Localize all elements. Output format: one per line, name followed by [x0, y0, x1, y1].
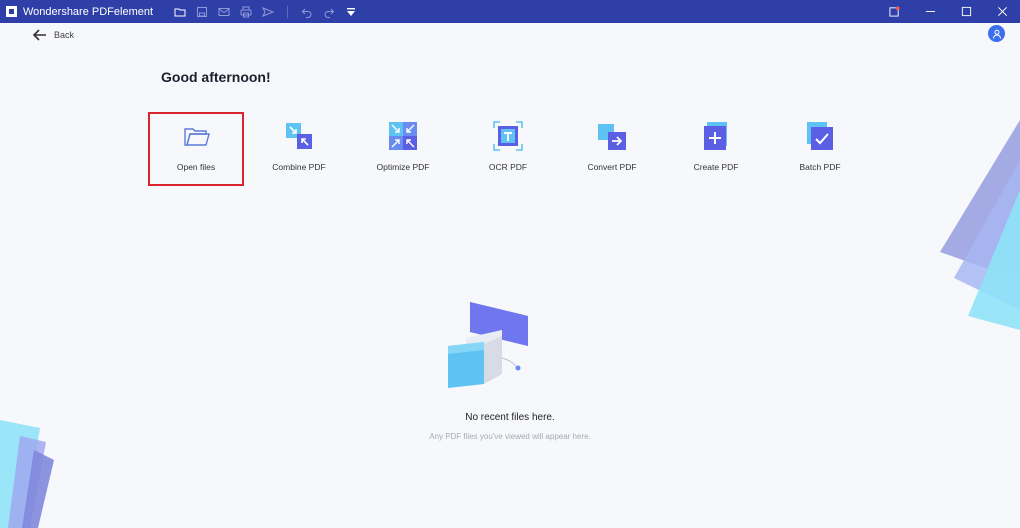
batch-pdf-tile[interactable]: Batch PDF: [772, 112, 868, 186]
tile-label: OCR PDF: [488, 162, 528, 172]
share-icon[interactable]: [257, 0, 279, 23]
empty-state-title: No recent files here.: [465, 412, 555, 423]
tile-label: Batch PDF: [799, 162, 841, 172]
empty-files-illustration: [448, 302, 528, 388]
arrow-left-icon: [33, 29, 46, 41]
notification-icon[interactable]: [876, 0, 912, 23]
tile-label: Optimize PDF: [376, 162, 430, 172]
ocr-pdf-icon: [493, 121, 523, 151]
toolbar-divider: [287, 5, 289, 18]
combine-pdf-tile[interactable]: Combine PDF: [251, 112, 347, 186]
tile-label: Convert PDF: [587, 162, 637, 172]
greeting-heading: Good afternoon!: [161, 69, 271, 85]
ocr-pdf-tile[interactable]: OCR PDF: [460, 112, 556, 186]
create-pdf-tile[interactable]: Create PDF: [668, 112, 764, 186]
redo-icon[interactable]: [318, 0, 340, 23]
decorative-shapes-right: [940, 120, 1020, 330]
close-button[interactable]: [984, 0, 1020, 23]
open-folder-icon[interactable]: [169, 0, 191, 23]
folder-open-icon: [184, 128, 210, 146]
combine-pdf-icon: [286, 123, 312, 149]
app-title: Wondershare PDFelement: [23, 5, 154, 18]
optimize-pdf-tile[interactable]: Optimize PDF: [355, 112, 451, 186]
empty-state-subtitle: Any PDF files you've viewed will appear …: [429, 432, 591, 441]
batch-pdf-icon: [807, 122, 833, 150]
back-label: Back: [54, 30, 75, 40]
optimize-pdf-icon: [389, 122, 417, 150]
back-button[interactable]: Back: [33, 29, 74, 41]
create-pdf-icon: [704, 122, 727, 150]
app-logo-icon: [6, 6, 17, 17]
open-files-tile[interactable]: Open files: [148, 112, 244, 186]
user-icon: [992, 29, 1001, 39]
title-bar: Wondershare PDFelement: [0, 0, 1020, 23]
print-icon[interactable]: [235, 0, 257, 23]
tile-label: Combine PDF: [272, 162, 326, 172]
undo-icon[interactable]: [296, 0, 318, 23]
quick-access-dropdown-icon[interactable]: [340, 0, 362, 23]
mail-icon[interactable]: [213, 0, 235, 23]
account-avatar[interactable]: [988, 25, 1005, 42]
convert-pdf-tile[interactable]: Convert PDF: [564, 112, 660, 186]
minimize-button[interactable]: [912, 0, 948, 23]
decorative-shapes-left: [0, 420, 54, 528]
convert-pdf-icon: [598, 124, 626, 150]
save-icon[interactable]: [191, 0, 213, 23]
tile-label: Create PDF: [693, 162, 739, 172]
maximize-button[interactable]: [948, 0, 984, 23]
tile-label: Open files: [176, 162, 216, 172]
